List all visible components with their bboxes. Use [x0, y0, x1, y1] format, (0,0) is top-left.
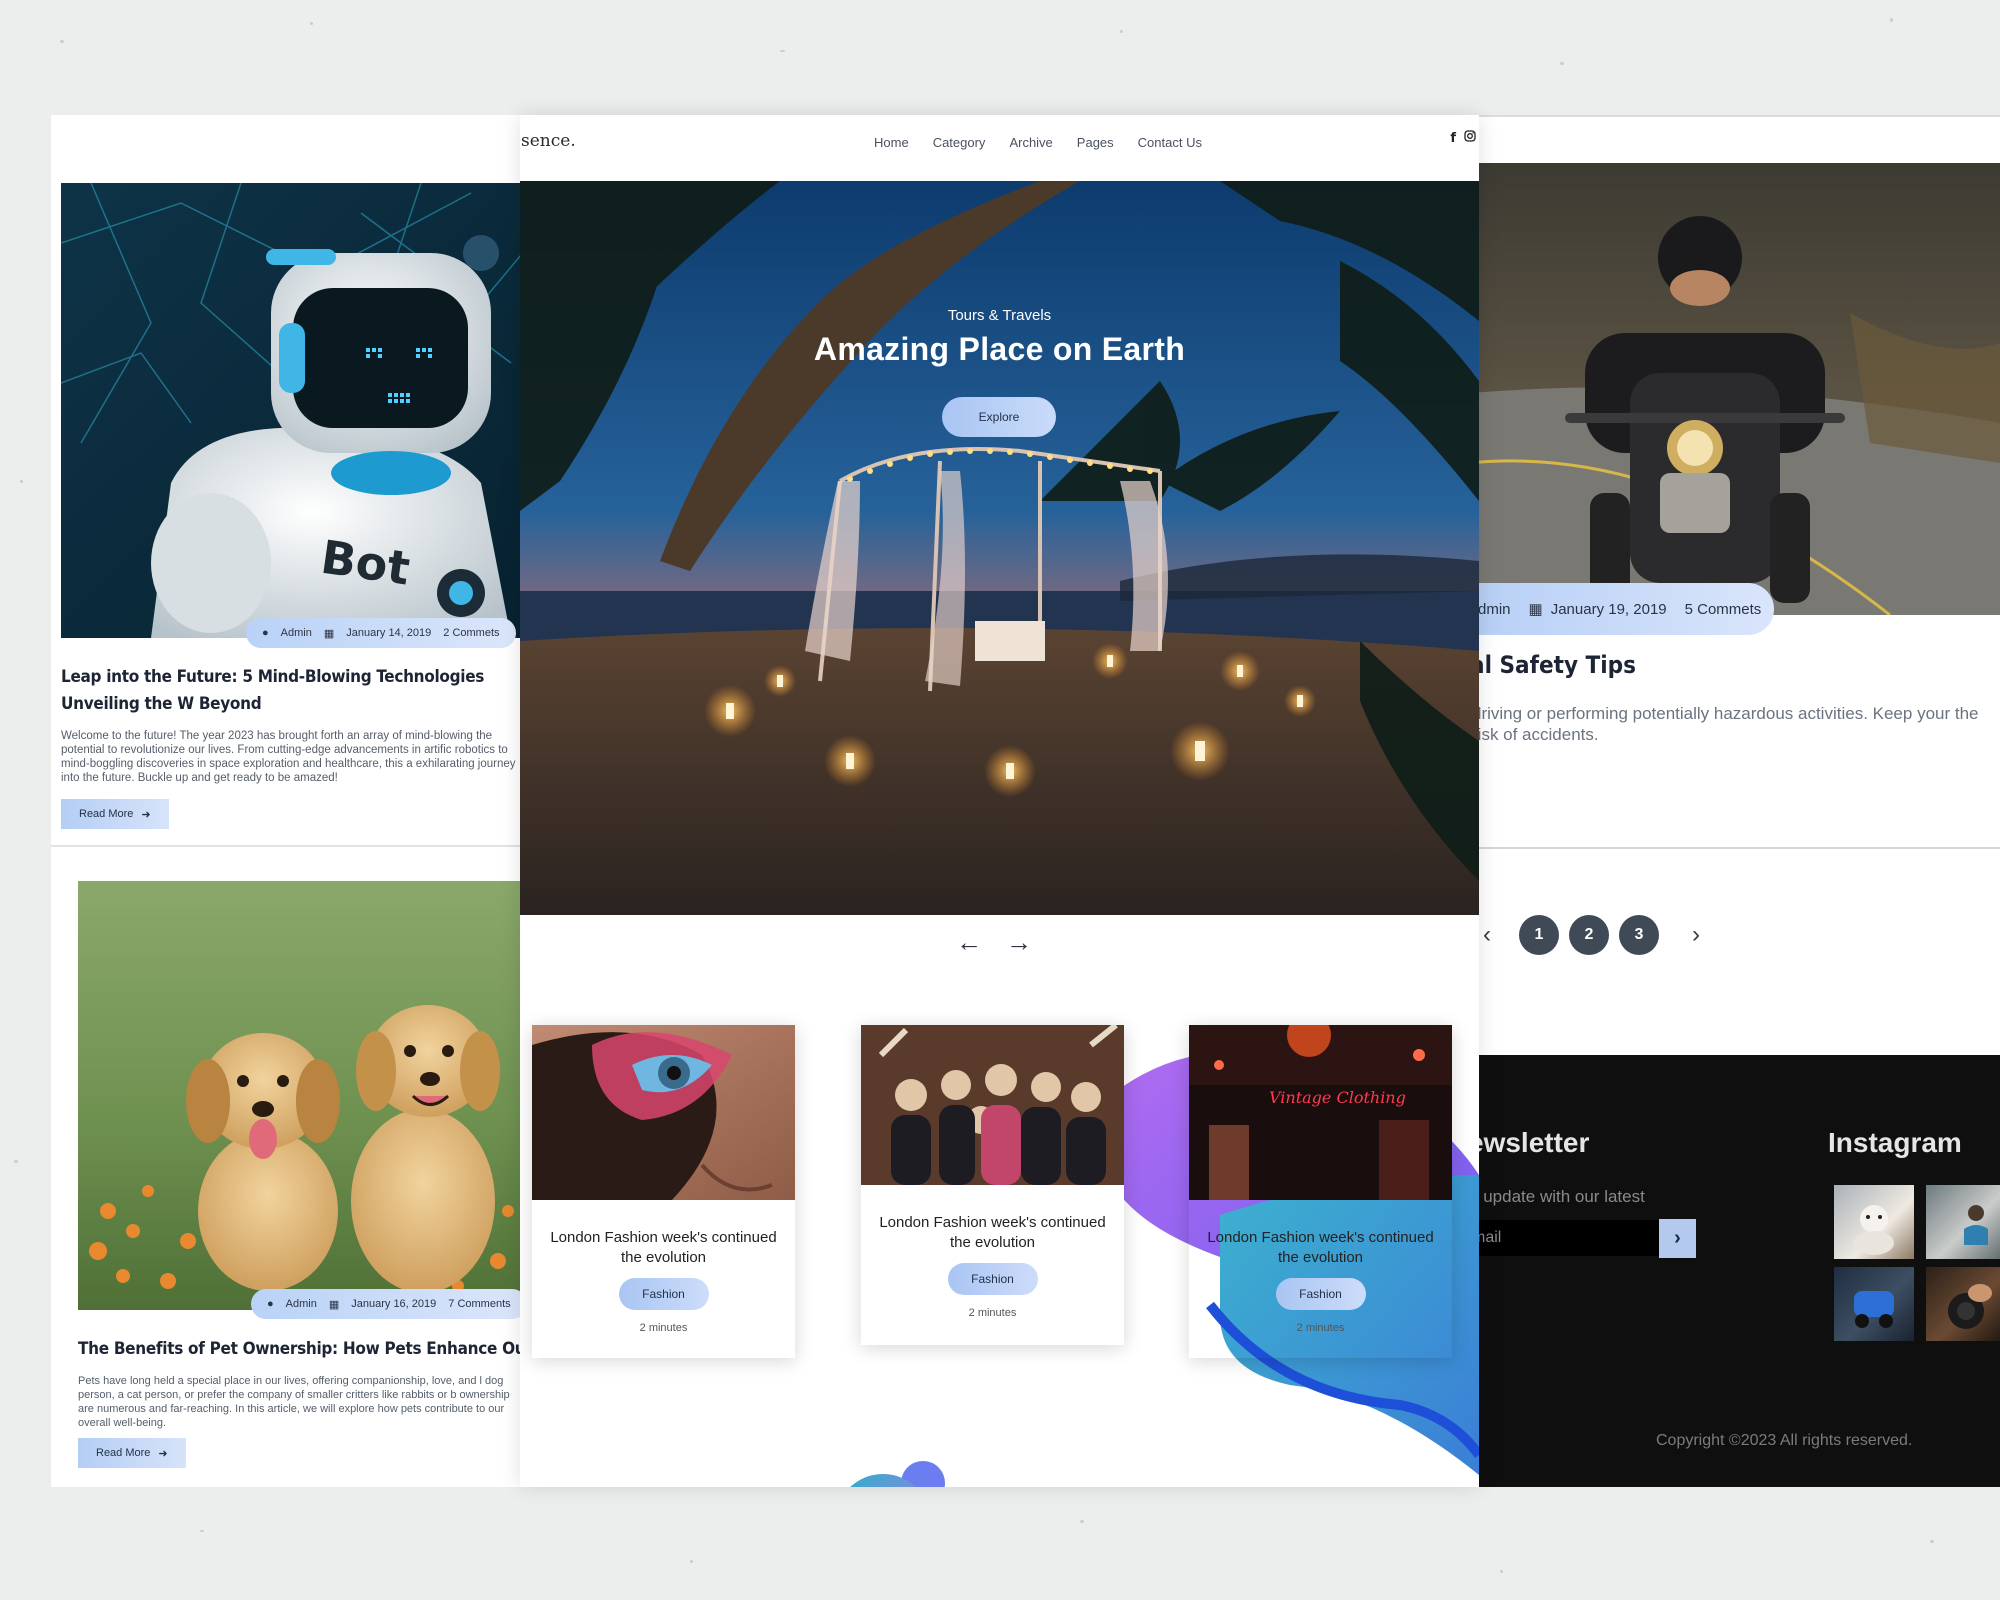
post-title[interactable]: Leap into the Future: 5 Mind-Blowing Tec… [61, 664, 521, 718]
arrow-left-icon[interactable]: ← [956, 927, 982, 958]
card-tag[interactable]: Fashion [947, 1263, 1038, 1295]
card-title[interactable]: London Fashion week's continued the evol… [532, 1228, 795, 1268]
card-image-vintage-store: Vintage Clothing [1189, 1025, 1452, 1200]
newsletter-title: ewsletter [1470, 1127, 1590, 1158]
post-image-motorcycle[interactable] [1470, 163, 2000, 615]
read-more-label: Read More [79, 808, 134, 820]
divider [1470, 847, 2000, 849]
newsletter-text: y update with our latest [1470, 1187, 1645, 1206]
arrow-right-icon[interactable]: → [1006, 927, 1032, 958]
arrow-right-icon: ➜ [141, 808, 151, 821]
post-image-puppies[interactable] [78, 881, 521, 1310]
card-title[interactable]: London Fashion week's continued the evol… [1189, 1228, 1452, 1268]
facebook-icon[interactable]: f [1450, 131, 1456, 146]
nav-pages[interactable]: Pages [1077, 135, 1114, 150]
card-image-party [861, 1025, 1124, 1185]
card-read-time: 2 minutes [639, 1322, 688, 1334]
post-card[interactable]: London Fashion week's continued the evol… [861, 1025, 1124, 1345]
newsletter-submit-button[interactable]: › [1659, 1219, 1696, 1258]
post-comments[interactable]: 5 Commets [1685, 601, 1762, 618]
calendar-icon: ▦ [328, 1298, 340, 1311]
email-field[interactable]: mail [1470, 1220, 1659, 1256]
blog-post: Bot ● Admin ▦ January 14, 2019 2 Commets… [51, 115, 521, 845]
post-date: January 14, 2019 [346, 627, 432, 639]
post-date: January 19, 2019 [1550, 600, 1667, 618]
copyright-text: Copyright ©2023 All rights reserved. [1656, 1432, 1913, 1449]
card-read-time: 2 minutes [968, 1307, 1017, 1319]
nav-archive[interactable]: Archive [1009, 135, 1052, 150]
post-title[interactable]: al Safety Tips [1470, 651, 1636, 679]
blog-post: ● Admin ▦ January 16, 2019 7 Comments Th… [51, 845, 521, 1485]
post-date: January 16, 2019 [351, 1298, 437, 1310]
post-author: Admin [280, 627, 312, 639]
post-meta: dmin ▦ January 19, 2019 5 Commets [1470, 583, 1774, 635]
post-excerpt: Pets have long held a special place in o… [78, 1375, 510, 1429]
site-logo[interactable]: sence. [521, 131, 576, 151]
post-comments[interactable]: 2 Commets [443, 627, 499, 639]
hero-category[interactable]: Tours & Travels [520, 307, 1479, 324]
social-links: f [1450, 129, 1476, 147]
read-more-button[interactable]: Read More ➜ [61, 799, 169, 829]
chevron-right-icon: › [1674, 1227, 1681, 1249]
post-comments[interactable]: 7 Comments [448, 1298, 510, 1310]
page-button-3[interactable]: 3 [1619, 915, 1659, 955]
read-more-label: Read More [96, 1447, 151, 1459]
instagram-thumb[interactable] [1926, 1267, 2000, 1341]
hero-image [520, 181, 1479, 915]
post-author: dmin [1478, 600, 1511, 618]
post-detail-panel: dmin ▦ January 19, 2019 5 Commets al Saf… [1470, 115, 2000, 1487]
page-button-2[interactable]: 2 [1569, 915, 1609, 955]
explore-button[interactable]: Explore [942, 397, 1056, 437]
post-card[interactable]: Vintage Clothing London Fashion week's c… [1189, 1025, 1452, 1358]
card-read-time: 2 minutes [1296, 1322, 1345, 1334]
post-title[interactable]: The Benefits of Pet Ownership: How Pets … [78, 1336, 521, 1363]
nav-home[interactable]: Home [874, 135, 909, 150]
blog-list-panel: Bot ● Admin ▦ January 14, 2019 2 Commets… [51, 115, 521, 1487]
card-title[interactable]: London Fashion week's continued the evol… [861, 1213, 1124, 1253]
hero-title: Amazing Place on Earth [813, 331, 1186, 367]
calendar-icon: ▦ [323, 627, 335, 640]
card-tag[interactable]: Fashion [1275, 1278, 1366, 1310]
post-excerpt: driving or performing potentially hazard… [1472, 704, 1979, 744]
card-image-makeup [532, 1025, 795, 1200]
post-excerpt: Welcome to the future! The year 2023 has… [61, 730, 516, 784]
post-card[interactable]: London Fashion week's continued the evol… [532, 1025, 795, 1358]
post-meta: ● Admin ▦ January 14, 2019 2 Commets [246, 618, 516, 648]
user-icon: ● [262, 627, 269, 639]
hero-slider: Tours & Travels Amazing Place on Earth E… [520, 181, 1479, 915]
instagram-thumb[interactable] [1926, 1185, 2000, 1259]
instagram-thumb[interactable] [1834, 1267, 1914, 1341]
main-nav: Home Category Archive Pages Contact Us [874, 135, 1202, 150]
read-more-button[interactable]: Read More ➜ [78, 1438, 186, 1468]
card-tag[interactable]: Fashion [618, 1278, 709, 1310]
nav-category[interactable]: Category [933, 135, 986, 150]
post-image-robot[interactable]: Bot [61, 183, 521, 638]
instagram-icon[interactable] [1464, 129, 1476, 147]
slider-controls: ← → [956, 927, 1032, 958]
calendar-icon: ▦ [1528, 601, 1543, 618]
pagination: ‹ 1 2 3 › [1470, 915, 1716, 955]
post-author: Admin [285, 1298, 317, 1310]
arrow-right-icon: ➜ [158, 1447, 168, 1460]
instagram-title: Instagram [1828, 1127, 1962, 1158]
page-button-1[interactable]: 1 [1519, 915, 1559, 955]
vintage-sign: Vintage Clothing [1269, 1088, 1406, 1107]
post-meta: ● Admin ▦ January 16, 2019 7 Comments [251, 1289, 521, 1319]
footer: ewsletter y update with our latest mail … [1470, 1055, 2000, 1487]
nav-contact-us[interactable]: Contact Us [1138, 135, 1202, 150]
top-border [1470, 115, 2000, 117]
user-icon: ● [267, 1298, 274, 1310]
instagram-thumb[interactable] [1834, 1185, 1914, 1259]
pagination-next-icon[interactable]: › [1676, 921, 1716, 949]
homepage-panel: sence. Home Category Archive Pages Conta… [520, 115, 1479, 1487]
